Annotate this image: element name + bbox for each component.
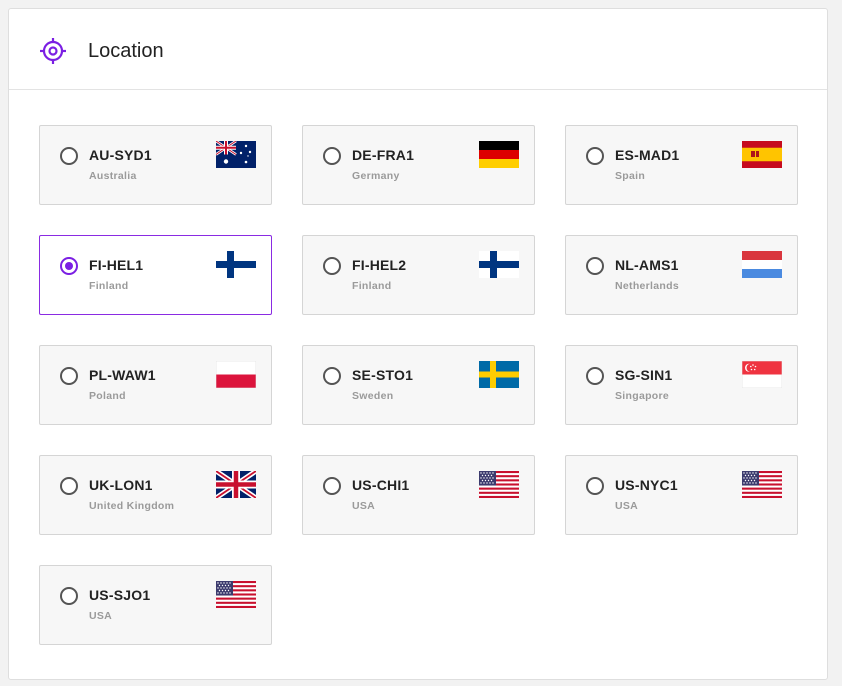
location-radio[interactable] <box>60 367 78 385</box>
flag-spain-icon <box>742 141 782 168</box>
flag-usa-icon <box>479 471 519 498</box>
location-code: FI-HEL2 <box>352 257 407 273</box>
location-card-fi-hel2[interactable]: FI-HEL2 Finland <box>302 235 535 315</box>
crosshair-icon <box>40 38 66 64</box>
location-code: US-SJO1 <box>89 587 151 603</box>
location-radio[interactable] <box>586 147 604 165</box>
location-country: Finland <box>352 280 392 292</box>
location-panel: Location AU-SYD1 Australia DE-FRA1 Germa… <box>8 8 828 680</box>
location-code: US-CHI1 <box>352 477 410 493</box>
location-card-fi-hel1[interactable]: FI-HEL1 Finland <box>39 235 272 315</box>
location-card-uk-lon1[interactable]: UK-LON1 United Kingdom <box>39 455 272 535</box>
location-country: USA <box>615 500 639 512</box>
location-country: Spain <box>615 170 646 182</box>
flag-finland-icon <box>216 251 256 278</box>
location-code: FI-HEL1 <box>89 257 144 273</box>
location-radio[interactable] <box>586 367 604 385</box>
location-code: DE-FRA1 <box>352 147 415 163</box>
location-radio[interactable] <box>60 477 78 495</box>
location-radio[interactable] <box>323 367 341 385</box>
flag-usa-icon <box>216 581 256 608</box>
location-code: UK-LON1 <box>89 477 153 493</box>
location-radio[interactable] <box>323 147 341 165</box>
location-radio[interactable] <box>323 477 341 495</box>
location-radio[interactable] <box>586 257 604 275</box>
location-card-es-mad1[interactable]: ES-MAD1 Spain <box>565 125 798 205</box>
location-card-sg-sin1[interactable]: SG-SIN1 Singapore <box>565 345 798 425</box>
flag-poland-icon <box>216 361 256 388</box>
location-code: ES-MAD1 <box>615 147 680 163</box>
location-country: USA <box>89 610 113 622</box>
location-code: PL-WAW1 <box>89 367 156 383</box>
location-code: SG-SIN1 <box>615 367 673 383</box>
flag-usa-icon <box>742 471 782 498</box>
location-radio[interactable] <box>323 257 341 275</box>
panel-header: Location <box>9 9 827 90</box>
location-radio[interactable] <box>586 477 604 495</box>
flag-australia-icon <box>216 141 256 168</box>
location-country: Poland <box>89 390 126 402</box>
location-card-de-fra1[interactable]: DE-FRA1 Germany <box>302 125 535 205</box>
location-radio[interactable] <box>60 147 78 165</box>
flag-uk-icon <box>216 471 256 498</box>
location-country: Germany <box>352 170 400 182</box>
location-code: AU-SYD1 <box>89 147 152 163</box>
location-country: Finland <box>89 280 129 292</box>
location-country: Sweden <box>352 390 394 402</box>
flag-singapore-icon <box>742 361 782 388</box>
location-card-au-syd1[interactable]: AU-SYD1 Australia <box>39 125 272 205</box>
location-country: Netherlands <box>615 280 679 292</box>
location-radio[interactable] <box>60 587 78 605</box>
flag-sweden-icon <box>479 361 519 388</box>
flag-germany-icon <box>479 141 519 168</box>
location-card-us-chi1[interactable]: US-CHI1 USA <box>302 455 535 535</box>
location-country: USA <box>352 500 376 512</box>
location-card-us-sjo1[interactable]: US-SJO1 USA <box>39 565 272 645</box>
location-country: Singapore <box>615 390 670 402</box>
flag-netherlands-icon <box>742 251 782 278</box>
location-code: US-NYC1 <box>615 477 678 493</box>
location-card-pl-waw1[interactable]: PL-WAW1 Poland <box>39 345 272 425</box>
page-title: Location <box>88 40 164 62</box>
flag-finland-icon <box>479 251 519 278</box>
location-code: NL-AMS1 <box>615 257 679 273</box>
location-country: United Kingdom <box>89 500 175 512</box>
location-card-se-sto1[interactable]: SE-STO1 Sweden <box>302 345 535 425</box>
location-card-us-nyc1[interactable]: US-NYC1 USA <box>565 455 798 535</box>
location-code: SE-STO1 <box>352 367 414 383</box>
location-radio-selected[interactable] <box>60 257 78 275</box>
location-country: Australia <box>89 170 137 182</box>
location-card-nl-ams1[interactable]: NL-AMS1 Netherlands <box>565 235 798 315</box>
